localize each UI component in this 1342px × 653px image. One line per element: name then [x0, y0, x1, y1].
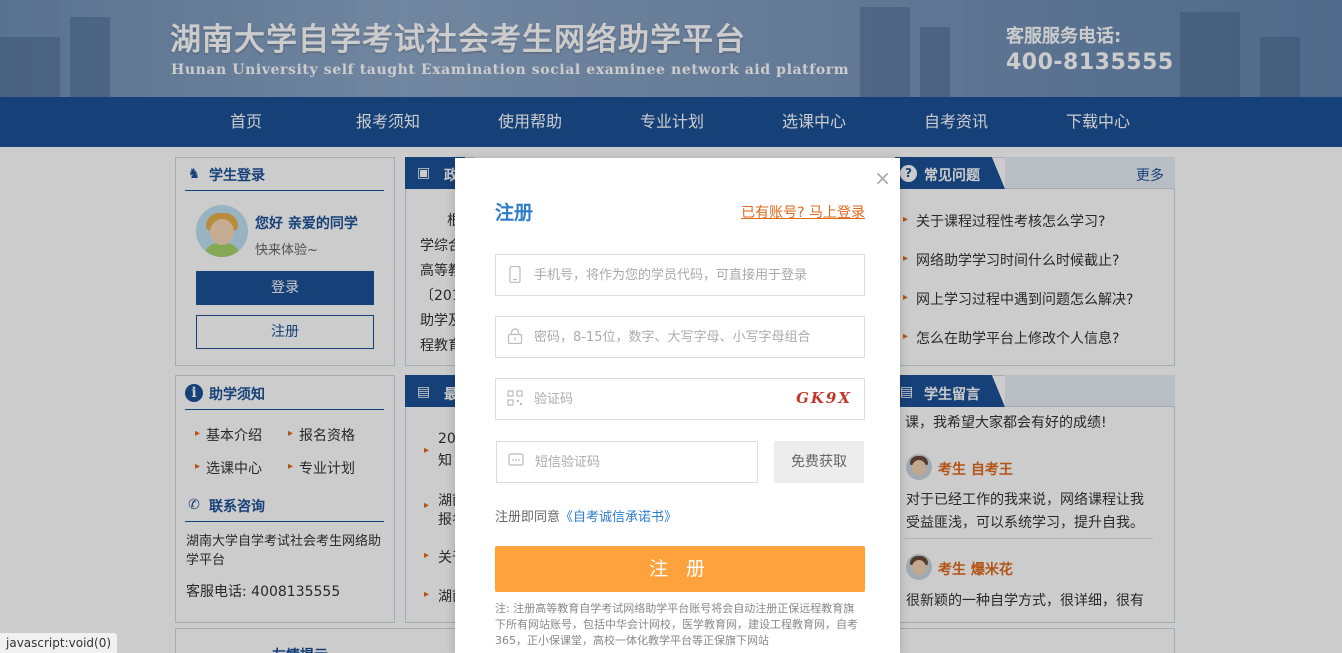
- qrcode-icon: [506, 390, 524, 408]
- register-note: 注: 注册高等教育自学考试网络助学平台账号将会自动注册正保远程教育旗下所有网站账…: [495, 602, 858, 647]
- agreement-prefix: 注册即同意: [495, 510, 561, 525]
- agreement-link[interactable]: 《自考诚信承诺书》: [560, 510, 677, 525]
- get-sms-code-button[interactable]: 免费获取: [774, 441, 864, 483]
- password-field[interactable]: [495, 316, 865, 358]
- go-login-link[interactable]: 已有账号? 马上登录: [741, 202, 865, 222]
- browser-status-bar: javascript:void(0): [0, 632, 119, 653]
- password-input[interactable]: [534, 317, 834, 357]
- phone-field[interactable]: [495, 254, 865, 296]
- captcha-image[interactable]: GK9X: [796, 389, 852, 407]
- captcha-field[interactable]: GK9X: [495, 378, 865, 420]
- lock-icon: [506, 328, 524, 346]
- sms-icon: [507, 453, 525, 471]
- modal-title: 注册: [495, 202, 534, 224]
- mobile-phone-icon: [506, 265, 524, 284]
- captcha-input[interactable]: [534, 379, 794, 419]
- register-submit-button[interactable]: 注 册: [495, 546, 865, 592]
- close-icon[interactable]: ×: [874, 168, 891, 188]
- phone-input[interactable]: [534, 255, 834, 295]
- register-modal: × 注册 已有账号? 马上登录 GK9X 免费获取 注册即同意《自考诚信承诺书》…: [455, 158, 900, 653]
- agreement-text: 注册即同意《自考诚信承诺书》: [495, 506, 677, 525]
- sms-code-input[interactable]: [535, 442, 745, 482]
- sms-field[interactable]: [496, 441, 758, 483]
